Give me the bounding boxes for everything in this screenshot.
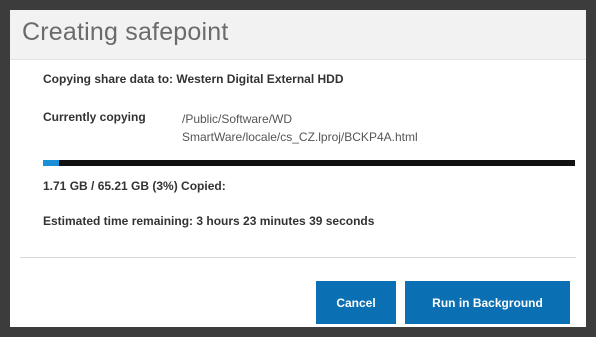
- footer-divider: [20, 257, 576, 258]
- time-remaining-text: Estimated time remaining: 3 hours 23 min…: [43, 214, 375, 228]
- currently-copying-label: Currently copying: [43, 110, 146, 124]
- cancel-button[interactable]: Cancel: [316, 281, 396, 324]
- safepoint-dialog: Creating safepoint Copying share data to…: [10, 10, 586, 327]
- dialog-title: Creating safepoint: [22, 18, 229, 46]
- copy-progress-fill: [43, 160, 59, 166]
- current-file-path: /Public/Software/WD SmartWare/locale/cs_…: [182, 112, 418, 144]
- copy-destination-text: Copying share data to: Western Digital E…: [43, 72, 344, 86]
- dialog-title-bar: Creating safepoint: [10, 10, 586, 60]
- copied-size-text: 1.71 GB / 65.21 GB (3%) Copied:: [43, 179, 226, 193]
- run-in-background-button[interactable]: Run in Background: [405, 281, 570, 324]
- copy-progress-bar: [43, 160, 575, 166]
